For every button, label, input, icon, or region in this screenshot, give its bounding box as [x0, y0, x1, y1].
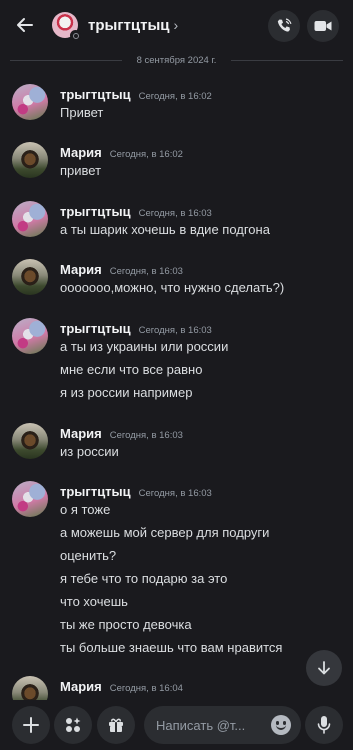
- microphone-icon[interactable]: [305, 706, 343, 744]
- author-name[interactable]: Мария: [60, 426, 102, 441]
- timestamp: Сегодня, в 16:04: [109, 683, 183, 694]
- message-text: я из россии например: [60, 385, 193, 400]
- emoji-icon[interactable]: [271, 715, 291, 735]
- author-name[interactable]: Мария: [60, 679, 102, 694]
- message-text: а ты из украины или россии: [60, 339, 229, 354]
- gift-icon[interactable]: [97, 706, 135, 744]
- message-input-placeholder: Написать @т...: [156, 717, 246, 733]
- message-text: оценить?: [60, 548, 117, 563]
- video-camera-icon[interactable]: [307, 10, 339, 42]
- timestamp: Сегодня, в 16:03: [138, 208, 212, 219]
- timestamp: Сегодня, в 16:02: [138, 91, 212, 102]
- message-text: из россии: [60, 444, 119, 459]
- message-text: а ты шарик хочешь в вдие подгона: [60, 222, 270, 237]
- message-composer: Написать @т...: [0, 700, 353, 750]
- status-indicator: [70, 30, 81, 41]
- avatar[interactable]: [12, 318, 48, 354]
- message-text: а можешь мой сервер для подруги: [60, 525, 270, 540]
- phone-icon[interactable]: [268, 10, 300, 42]
- avatar[interactable]: [12, 142, 48, 178]
- author-name[interactable]: трыгтцтыц: [60, 321, 131, 336]
- plus-icon[interactable]: [12, 706, 50, 744]
- author-name[interactable]: Мария: [60, 262, 102, 277]
- avatar[interactable]: [12, 259, 48, 295]
- date-divider-label: 8 сентября 2024 г.: [136, 54, 217, 66]
- timestamp: Сегодня, в 16:02: [109, 149, 183, 160]
- header-avatar[interactable]: [52, 12, 81, 41]
- avatar[interactable]: [12, 84, 48, 120]
- arrow-down-icon: [318, 661, 330, 675]
- message-text: привет: [60, 163, 102, 178]
- message-text: ты больше знаешь что вам нравится: [60, 640, 283, 655]
- timestamp: Сегодня, в 16:03: [109, 266, 183, 277]
- chevron-right-icon[interactable]: ›: [174, 17, 179, 33]
- chat-header: трыгтцтыц ›: [0, 0, 353, 50]
- author-name[interactable]: трыгтцтыц: [60, 484, 131, 499]
- author-name[interactable]: трыгтцтыц: [60, 204, 131, 219]
- author-name[interactable]: Мария: [60, 145, 102, 160]
- scroll-to-bottom-button[interactable]: [306, 650, 342, 686]
- timestamp: Сегодня, в 16:03: [138, 325, 212, 336]
- message-text: Привет: [60, 105, 104, 120]
- message-text: о я тоже: [60, 502, 111, 517]
- avatar[interactable]: [12, 201, 48, 237]
- author-name[interactable]: трыгтцтыц: [60, 87, 131, 102]
- timestamp: Сегодня, в 16:03: [138, 488, 212, 499]
- apps-icon[interactable]: [54, 706, 92, 744]
- message-input[interactable]: Написать @т...: [144, 706, 301, 744]
- message-text: мне если что все равно: [60, 362, 203, 377]
- message-text: что хочешь: [60, 594, 128, 609]
- back-arrow-icon[interactable]: [14, 14, 36, 36]
- message-text: ты же просто девочка: [60, 617, 192, 632]
- timestamp: Сегодня, в 16:03: [109, 430, 183, 441]
- date-divider: 8 сентября 2024 г.: [0, 52, 353, 68]
- channel-title[interactable]: трыгтцтыц: [88, 17, 170, 34]
- message-text: ооооооо,можно, что нужно сделать?): [60, 280, 285, 295]
- message-text: я тебе что то подарю за это: [60, 571, 228, 586]
- avatar[interactable]: [12, 481, 48, 517]
- avatar[interactable]: [12, 423, 48, 459]
